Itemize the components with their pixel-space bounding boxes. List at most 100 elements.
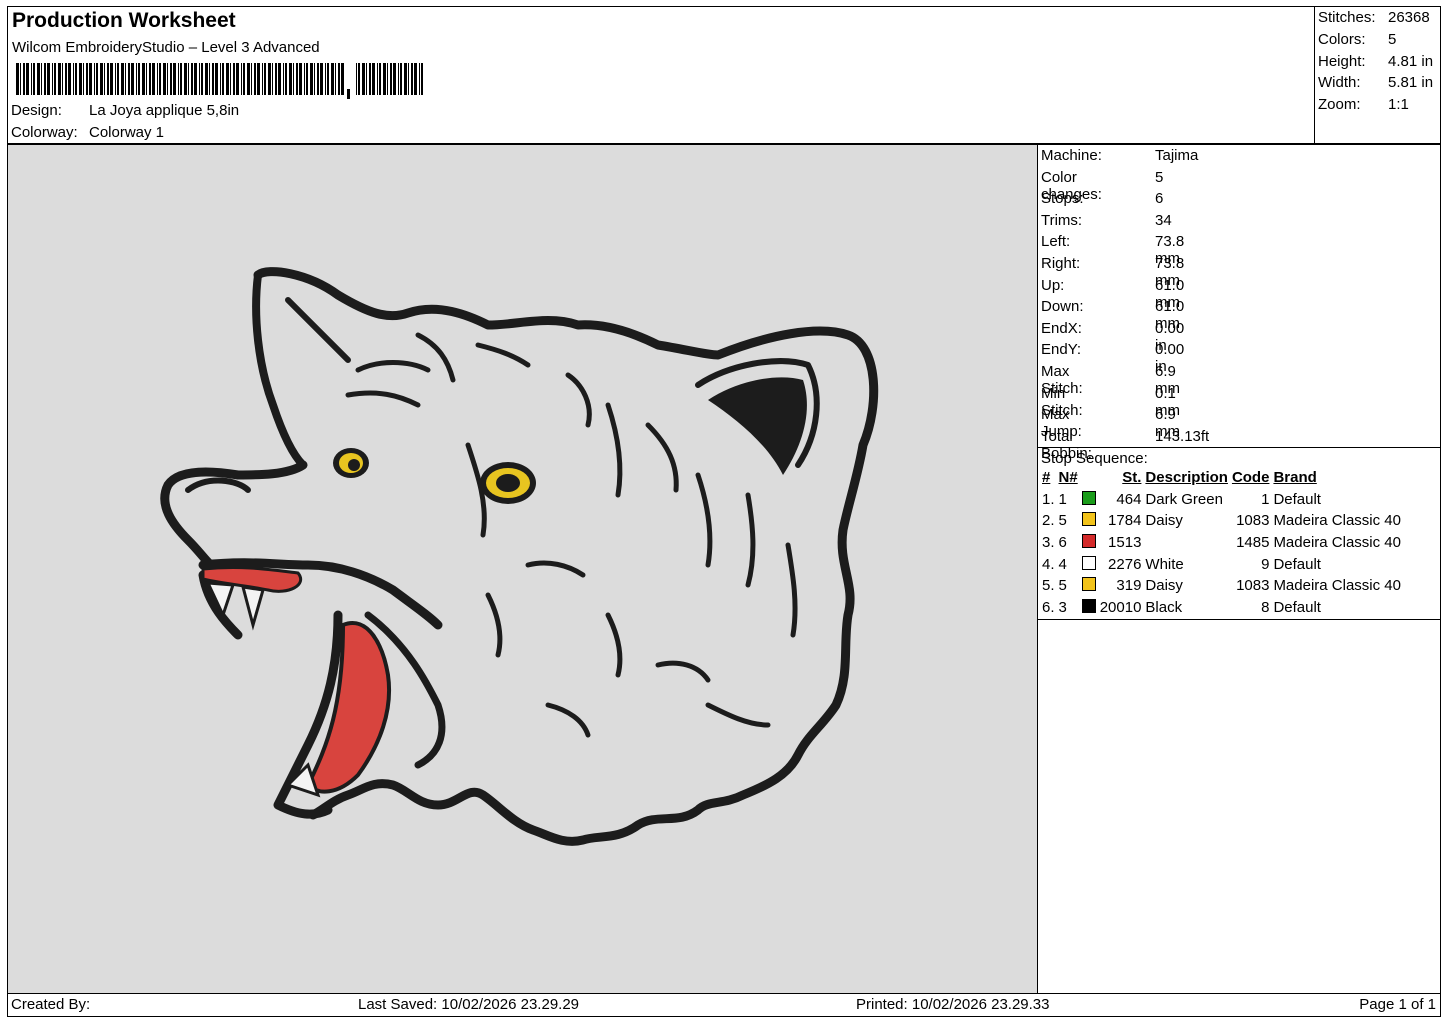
software-name: Wilcom EmbroideryStudio – Level 3 Advanc… (12, 39, 320, 56)
table-row: 5. 5 319 Daisy 1083 Madeira Classic 40 (1040, 575, 1403, 597)
row-num: 6. (1042, 598, 1055, 616)
design-value: La Joya applique 5,8in (89, 102, 240, 119)
color-swatch-cell (1080, 553, 1098, 575)
row-num: 2. (1042, 512, 1055, 530)
worksheet-header: Production Worksheet Wilcom EmbroiderySt… (7, 6, 1441, 144)
stat-value: 26368 (1388, 9, 1430, 26)
colorway-label: Colorway: (11, 124, 78, 141)
stitch-count: 2276 (1108, 555, 1142, 573)
info-label: Trims: (1041, 211, 1083, 229)
thread-description: Daisy (1145, 512, 1183, 530)
needle-num: 4 (1058, 555, 1067, 573)
table-row: 4. 4 2276 White 9 Default (1040, 553, 1403, 575)
color-swatch (1081, 555, 1096, 570)
info-value: 5 (1155, 168, 1164, 186)
table-row: 3. 6 1513 1485 Madeira Classic 40 (1040, 532, 1403, 554)
last-saved: Last Saved: 10/02/2026 23.29.29 (358, 996, 580, 1013)
colorway-value: Colorway 1 (89, 124, 165, 141)
stat-label: Stitches: (1318, 9, 1376, 26)
wolf-embroidery-image (160, 267, 879, 846)
page-title: Production Worksheet (12, 9, 236, 32)
color-swatch-cell (1080, 489, 1098, 511)
stat-value: 5 (1388, 31, 1397, 48)
thread-code: 1083 (1236, 577, 1270, 595)
design-stats: Stitches: 26368 Colors: 5 Height: 4.81 in W… (1314, 7, 1443, 143)
table-row: 2. 5 1784 Daisy 1083 Madeira Classic 40 (1040, 510, 1403, 532)
created-by: Created By: (11, 996, 91, 1013)
needle-num: 3 (1058, 598, 1067, 616)
design-label: Design: (11, 102, 62, 119)
col-header: Code (1231, 469, 1270, 487)
barcode (16, 63, 423, 99)
thread-brand: Default (1273, 555, 1321, 573)
stat-label: Height: (1318, 53, 1366, 70)
thread-code: 1083 (1236, 512, 1270, 530)
stat-label: Zoom: (1318, 96, 1361, 113)
divider (1038, 447, 1440, 448)
table-row: 6. 3 20010 Black 8 Default (1040, 597, 1403, 619)
needle-num: 1 (1058, 490, 1067, 508)
col-header: St. (1122, 469, 1142, 487)
design-preview[interactable] (7, 144, 1038, 994)
info-value: Tajima (1155, 147, 1199, 164)
info-label: Up: (1041, 276, 1065, 294)
color-swatch (1081, 598, 1096, 613)
thread-description: Dark Green (1145, 490, 1223, 508)
color-swatch-cell (1080, 510, 1098, 532)
stitch-count: 1513 (1108, 534, 1142, 552)
col-header: Brand (1273, 469, 1317, 487)
col-header: # (1042, 469, 1051, 487)
col-header: Description (1145, 469, 1228, 487)
info-label: EndY: (1041, 341, 1082, 359)
color-swatch-cell (1080, 597, 1098, 619)
stat-value: 5.81 in (1388, 74, 1434, 91)
info-label: Right: (1041, 255, 1081, 272)
stitch-count: 319 (1116, 577, 1142, 595)
stat-label: Colors: (1318, 31, 1366, 48)
row-num: 4. (1042, 555, 1055, 573)
page-number: Page 1 of 1 (1359, 996, 1436, 1013)
thread-brand: Default (1273, 490, 1321, 508)
table-header-row: # N# St. Description Code Brand (1040, 467, 1403, 489)
thread-code: 1 (1261, 490, 1270, 508)
color-swatch-cell (1080, 575, 1098, 597)
stitch-count: 464 (1116, 490, 1142, 508)
thread-code: 1485 (1236, 534, 1270, 552)
printed-date: Printed: 10/02/2026 23.29.33 (856, 996, 1050, 1013)
thread-code: 8 (1261, 598, 1270, 616)
machine-info-panel: Machine: Tajima Color changes: 5 Stops: 6 T… (1037, 144, 1441, 994)
info-value: 6 (1155, 190, 1164, 208)
thread-brand: Default (1273, 598, 1321, 616)
thread-brand: Madeira Classic 40 (1273, 534, 1401, 552)
color-swatch-cell (1080, 532, 1098, 554)
info-label: Left: (1041, 233, 1071, 251)
stitch-count: 20010 (1099, 598, 1142, 616)
thread-brand: Madeira Classic 40 (1273, 512, 1401, 530)
table-row: 1. 1 464 Dark Green 1 Default (1040, 489, 1403, 511)
color-swatch (1081, 534, 1096, 549)
color-swatch (1081, 490, 1096, 505)
needle-num: 5 (1058, 577, 1067, 595)
row-num: 3. (1042, 534, 1055, 552)
thread-brand: Madeira Classic 40 (1273, 577, 1401, 595)
color-swatch (1081, 577, 1096, 592)
thread-description (1143, 532, 1230, 554)
info-label: Stops: (1041, 190, 1084, 208)
worksheet-footer: Created By: Last Saved: 10/02/2026 23.29… (7, 993, 1441, 1017)
info-value: 143.13ft (1155, 427, 1210, 445)
thread-description: Daisy (1145, 577, 1183, 595)
stat-value: 1:1 (1388, 96, 1409, 113)
thread-code: 9 (1261, 555, 1270, 573)
needle-num: 6 (1058, 534, 1067, 552)
stat-label: Width: (1318, 74, 1361, 91)
stitch-count: 1784 (1108, 512, 1142, 530)
row-num: 1. (1042, 490, 1055, 508)
col-header (1080, 467, 1098, 489)
info-label: Machine: (1041, 147, 1102, 164)
col-header: N# (1058, 469, 1078, 487)
thread-description: Black (1145, 598, 1183, 616)
row-num: 5. (1042, 577, 1055, 595)
needle-num: 5 (1058, 512, 1067, 530)
info-value: 34 (1155, 211, 1172, 229)
info-label: EndX: (1041, 319, 1082, 337)
